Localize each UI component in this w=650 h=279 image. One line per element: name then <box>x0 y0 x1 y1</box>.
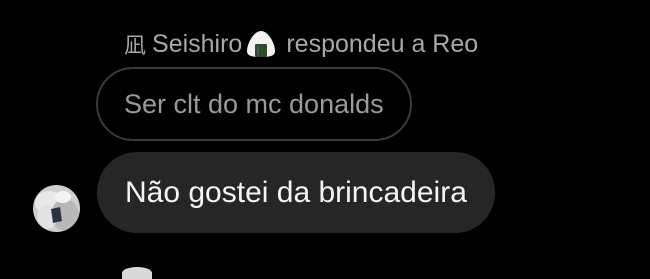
reply-header: 凪 Seishiro respondeu a Reo <box>124 28 478 60</box>
reply-username[interactable]: Seishiro <box>152 30 242 59</box>
message-text: Não gostei da brincadeira <box>125 175 467 209</box>
avatar-image <box>33 185 80 232</box>
reply-action-text: respondeu a Reo <box>286 29 479 58</box>
reply-glyph-icon: 凪 <box>124 33 147 58</box>
onigiri-icon <box>247 31 276 57</box>
avatar[interactable] <box>33 185 80 232</box>
quoted-message-bubble[interactable]: Ser clt do mc donalds <box>96 67 412 141</box>
message-bubble[interactable]: Não gostei da brincadeira <box>97 152 495 233</box>
quoted-message-text: Ser clt do mc donalds <box>124 88 384 119</box>
next-avatar-partial <box>122 267 152 279</box>
